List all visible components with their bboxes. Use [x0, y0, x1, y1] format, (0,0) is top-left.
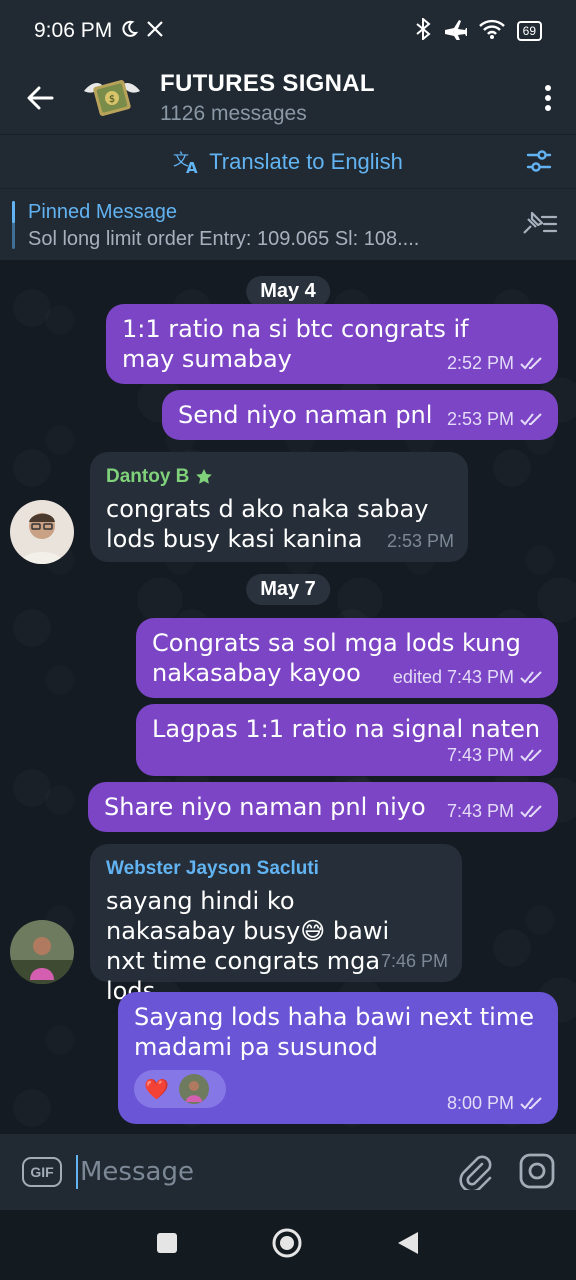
camera-button[interactable]: [518, 1152, 556, 1194]
money-wings-icon: $: [84, 80, 140, 116]
message-incoming[interactable]: Dantoy B congrats d ako naka sabay lods …: [90, 452, 468, 562]
message-time: 7:46 PM: [380, 951, 448, 971]
sender-name[interactable]: Dantoy B: [106, 462, 452, 492]
sender-label: Webster Jayson Sacluti: [106, 858, 319, 879]
pin-list-icon: [523, 211, 558, 234]
translate-label: Translate to English: [209, 148, 403, 174]
sliders-icon: [526, 150, 552, 172]
double-check-icon: [520, 805, 542, 818]
message-outgoing[interactable]: Congrats sa sol mga lods kung nakasabay …: [136, 618, 558, 698]
message-composer: GIF: [0, 1134, 576, 1210]
message-time: edited 7:43 PM: [392, 667, 514, 687]
back-nav-button[interactable]: [396, 1230, 420, 1260]
pinned-text: Sol long limit order Entry: 109.065 Sl: …: [28, 228, 420, 250]
reaction-chip[interactable]: ❤️: [134, 1070, 226, 1108]
message-outgoing[interactable]: Lagpas 1:1 ratio na signal naten 7:43 PM: [136, 704, 558, 776]
attach-button[interactable]: [458, 1154, 492, 1194]
paperclip-icon: [459, 1155, 492, 1193]
double-check-icon: [520, 357, 542, 370]
status-time: 9:06 PM: [34, 19, 113, 42]
message-time: 7:43 PM: [446, 801, 514, 821]
double-check-icon: [520, 749, 542, 762]
pinned-list-button[interactable]: [520, 209, 558, 243]
more-vertical-icon: [545, 85, 551, 111]
double-check-icon: [520, 1097, 542, 1110]
heart-reaction: ❤️: [144, 1077, 169, 1101]
channel-info[interactable]: FUTURES SIGNAL 1126 messages: [160, 70, 375, 126]
message-meta: 2:53 PM: [387, 526, 454, 556]
gif-button[interactable]: GIF: [22, 1157, 62, 1187]
chat-header: $ FUTURES SIGNAL 1126 messages: [0, 62, 576, 134]
message-time: 8:00 PM: [446, 1093, 514, 1113]
message-text: Sayang lods haha bawi next time madami p…: [134, 1003, 534, 1061]
message-outgoing[interactable]: Sayang lods haha bawi next time madami p…: [118, 992, 558, 1124]
airplane-icon: [443, 18, 468, 45]
x-logo-icon: [146, 20, 164, 43]
message-time: 2:53 PM: [386, 531, 454, 551]
svg-text:$: $: [109, 94, 115, 105]
reactor-avatar: [178, 1074, 209, 1104]
message-outgoing[interactable]: Send niyo naman pnl 2:53 PM: [162, 390, 558, 440]
more-options-button[interactable]: [520, 68, 576, 128]
message-meta: 2:53 PM: [447, 404, 544, 434]
message-incoming[interactable]: Webster Jayson Sacluti sayang hindi ko n…: [90, 844, 462, 1005]
channel-title: FUTURES SIGNAL: [160, 70, 375, 97]
double-check-icon: [520, 413, 542, 426]
translate-settings-button[interactable]: [526, 148, 552, 178]
camera-icon: [519, 1153, 555, 1189]
message-meta: 7:46 PM: [381, 946, 448, 976]
pinned-message-bar[interactable]: Pinned Message Sol long limit order Entr…: [0, 188, 576, 260]
message-outgoing[interactable]: 1:1 ratio na si btc congrats if may suma…: [106, 304, 558, 384]
system-nav-bar: [0, 1210, 576, 1280]
date-separator: May 7: [246, 574, 330, 605]
triangle-back-icon: [397, 1232, 418, 1254]
battery-indicator: 69: [516, 21, 542, 41]
message-meta: 2:52 PM: [447, 348, 544, 378]
message-meta: 8:00 PM: [447, 1088, 544, 1118]
bluetooth-icon: [415, 16, 431, 45]
message-time: 7:43 PM: [446, 745, 514, 765]
message-outgoing[interactable]: Share niyo naman pnl niyo 7:43 PM: [88, 782, 558, 832]
message-meta: edited 7:43 PM: [393, 662, 544, 692]
message-meta: 7:43 PM: [447, 740, 544, 770]
message-meta: 7:43 PM: [447, 796, 544, 826]
home-circle-icon: [272, 1228, 302, 1258]
svg-text:A: A: [186, 159, 198, 175]
avatar[interactable]: [10, 500, 74, 564]
wifi-icon: [478, 19, 505, 44]
pinned-indicator: [12, 201, 15, 249]
star-icon: [196, 469, 213, 484]
message-input[interactable]: [76, 1155, 436, 1189]
double-check-icon: [520, 671, 542, 684]
home-button[interactable]: [271, 1227, 303, 1263]
message-count: 1126 messages: [160, 102, 307, 125]
message-time: 2:53 PM: [446, 409, 514, 429]
chat-messages[interactable]: May 4 1:1 ratio na si btc congrats if ma…: [0, 260, 576, 1134]
recents-button[interactable]: [156, 1232, 178, 1258]
date-separator: May 4: [246, 276, 330, 307]
moon-icon: [120, 20, 139, 43]
sender-name[interactable]: Webster Jayson Sacluti: [106, 854, 446, 884]
message-time: 2:52 PM: [446, 353, 514, 373]
channel-avatar[interactable]: $: [80, 71, 144, 125]
sender-label: Dantoy B: [106, 466, 190, 487]
pinned-title: Pinned Message: [28, 201, 177, 223]
arrow-left-icon: [27, 86, 54, 110]
back-button[interactable]: [0, 62, 80, 134]
square-icon: [157, 1233, 178, 1253]
status-bar: 9:06 PM 69: [0, 0, 576, 62]
avatar[interactable]: [10, 920, 74, 984]
translate-icon: 文A: [173, 150, 198, 175]
translate-bar[interactable]: 文A Translate to English: [0, 134, 576, 188]
